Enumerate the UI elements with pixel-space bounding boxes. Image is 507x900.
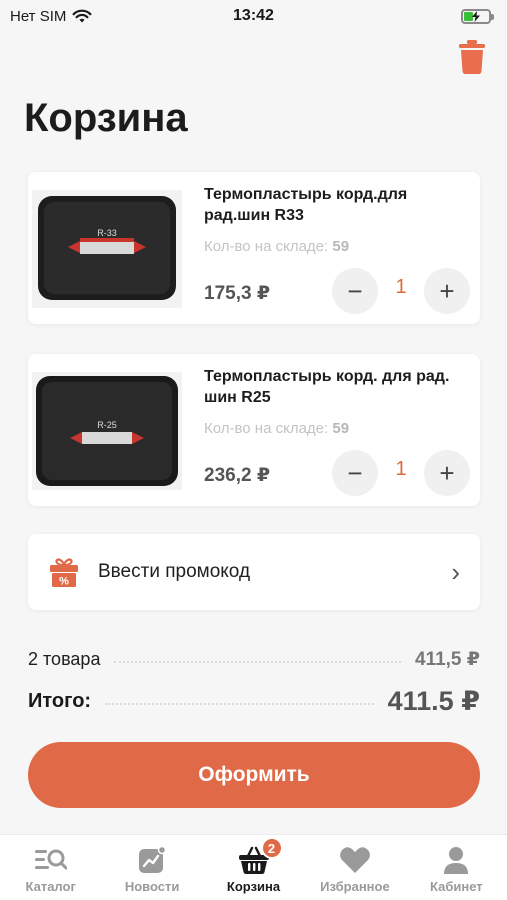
cart-count-badge: 2 bbox=[260, 837, 283, 859]
product-image: R-25 bbox=[32, 372, 182, 490]
heart-icon bbox=[340, 847, 370, 873]
decrease-quantity-button[interactable]: − bbox=[332, 268, 378, 314]
clear-cart-button[interactable] bbox=[459, 40, 485, 74]
items-summary-row: 2 товара 411,5 ₽ bbox=[28, 648, 480, 671]
cart-item: R-25 Термопластырь корд. для рад. шин R2… bbox=[28, 354, 480, 506]
increase-quantity-button[interactable]: + bbox=[424, 450, 470, 496]
product-price: 175,3 ₽ bbox=[204, 283, 271, 304]
plus-icon: + bbox=[439, 275, 455, 306]
tab-catalog[interactable]: Каталог bbox=[0, 835, 101, 900]
gift-icon: % bbox=[50, 558, 78, 588]
cart-item: R-33 Термопластырь корд.для рад.шин R33 … bbox=[28, 172, 480, 324]
dotted-leader bbox=[114, 660, 401, 663]
stock-value: 59 bbox=[332, 238, 350, 255]
promo-code-button[interactable]: % Ввести промокод › bbox=[28, 534, 480, 610]
total-value: 411.5 ₽ bbox=[387, 686, 480, 716]
trash-icon bbox=[459, 40, 485, 74]
product-name[interactable]: Термопластырь корд.для рад.шин R33 bbox=[204, 184, 466, 226]
battery-charging-icon bbox=[461, 8, 494, 24]
stock-info: Кол-во на складе: 59 bbox=[204, 238, 349, 255]
news-chart-icon bbox=[139, 846, 167, 873]
product-price: 236,2 ₽ bbox=[204, 465, 271, 486]
tab-label: Кабинет bbox=[430, 879, 483, 894]
promo-code-label: Ввести промокод bbox=[98, 561, 251, 582]
increase-quantity-button[interactable]: + bbox=[424, 268, 470, 314]
decrease-quantity-button[interactable]: − bbox=[332, 450, 378, 496]
carrier-label: Нет SIM bbox=[10, 7, 67, 25]
tab-label: Каталог bbox=[25, 879, 76, 894]
tab-label: Корзина bbox=[226, 879, 281, 894]
quantity-value: 1 bbox=[395, 276, 407, 298]
stock-label: Кол-во на складе: bbox=[204, 420, 329, 437]
tab-account[interactable]: Кабинет bbox=[406, 835, 507, 900]
chevron-right-icon: › bbox=[451, 556, 460, 587]
checkout-button[interactable]: Оформить bbox=[28, 742, 480, 808]
product-image: R-33 bbox=[32, 190, 182, 308]
user-icon bbox=[444, 847, 469, 874]
status-bar: Нет SIM 13:42 bbox=[0, 0, 507, 32]
bottom-tab-bar: Каталог Новости 2 Корзина Избранное Каби… bbox=[0, 834, 507, 900]
dotted-leader bbox=[105, 702, 374, 705]
tab-label: Новости bbox=[124, 879, 180, 894]
items-subtotal: 411,5 ₽ bbox=[415, 649, 480, 670]
quantity-value: 1 bbox=[395, 458, 407, 480]
plus-icon: + bbox=[439, 457, 455, 488]
svg-text:%: % bbox=[59, 576, 69, 588]
stock-label: Кол-во на складе: bbox=[204, 238, 329, 255]
stock-info: Кол-во на складе: 59 bbox=[204, 420, 349, 437]
items-count-label: 2 товара bbox=[28, 649, 101, 669]
tab-label: Избранное bbox=[320, 879, 390, 894]
total-label: Итого: bbox=[28, 690, 92, 712]
product-name[interactable]: Термопластырь корд. для рад. шин R25 bbox=[204, 366, 466, 408]
total-row: Итого: 411.5 ₽ bbox=[28, 686, 480, 717]
tab-favorites[interactable]: Избранное bbox=[304, 835, 405, 900]
minus-icon: − bbox=[347, 275, 363, 306]
product-image-label: R-25 bbox=[97, 420, 117, 430]
page-title: Корзина bbox=[24, 96, 188, 140]
stock-value: 59 bbox=[332, 420, 350, 437]
wifi-icon bbox=[72, 9, 92, 22]
product-image-label: R-33 bbox=[97, 228, 117, 238]
tab-news[interactable]: Новости bbox=[101, 835, 202, 900]
status-left: Нет SIM bbox=[10, 8, 92, 25]
catalog-search-icon bbox=[34, 849, 67, 870]
minus-icon: − bbox=[347, 457, 363, 488]
tab-cart[interactable]: 2 Корзина bbox=[203, 835, 304, 900]
